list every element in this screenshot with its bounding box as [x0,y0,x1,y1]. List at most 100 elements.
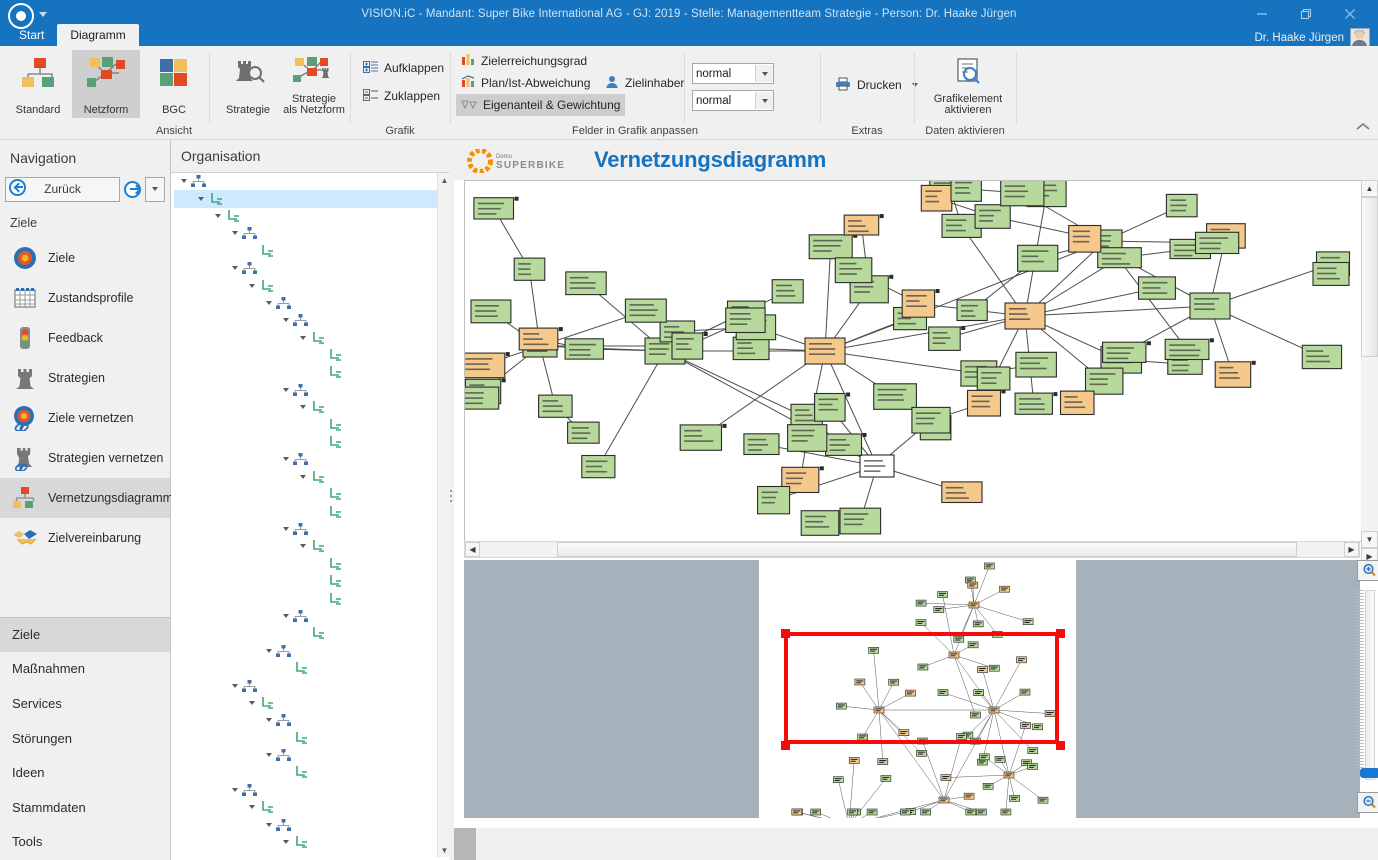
horizontal-scroll-thumb[interactable] [557,542,1297,557]
tree-expander-icon[interactable] [299,402,310,413]
tree-node[interactable] [174,730,439,747]
tree-expander-icon[interactable] [316,489,327,500]
tree-node[interactable] [174,782,439,799]
tree-expander-icon[interactable] [197,194,208,205]
view-strategie-netzform-button[interactable]: Strategie als Netzform [282,50,346,118]
tab-start[interactable]: Start [6,24,57,46]
zoom-out-button[interactable] [1357,792,1378,813]
minimap-handle-br[interactable] [1056,741,1065,750]
tree-node[interactable] [174,660,439,677]
tree-node[interactable] [174,503,439,520]
tree-node[interactable] [174,364,439,381]
hoehe-combobox[interactable] [692,90,774,111]
tree-node[interactable] [174,260,439,277]
perspective-tab-system[interactable] [608,828,630,860]
tree-expander-icon[interactable] [316,420,327,431]
tree-node[interactable] [174,451,439,468]
tree-expander-icon[interactable] [248,281,259,292]
diagram-minimap[interactable] [464,560,1360,818]
sidebar-item-strategien-vernetzen[interactable]: Strategien vernetzen [0,438,170,478]
tree-node[interactable] [174,712,439,729]
module-ideen[interactable]: Ideen [0,756,170,791]
tree-expander-icon[interactable] [265,750,276,761]
tree-expander-icon[interactable] [180,176,191,187]
tree-node[interactable] [174,677,439,694]
view-strategie-button[interactable]: Strategie [214,50,282,118]
breite-combobox[interactable] [692,63,774,84]
perspective-tabbar[interactable] [454,828,1378,860]
tree-node[interactable] [174,625,439,642]
tree-node[interactable] [174,190,439,208]
zoom-slider-thumb[interactable] [1360,768,1378,778]
current-user[interactable]: Dr. Haake Jürgen [1255,28,1370,48]
tree-expander-icon[interactable] [282,315,293,326]
sidebar-item-feedback[interactable]: Feedback [0,318,170,358]
tree-expander-icon[interactable] [282,733,293,744]
organisation-tree[interactable] [174,173,439,857]
scroll-right-button[interactable]: ▶ [1344,542,1359,557]
tree-expander-icon[interactable] [316,594,327,605]
diagram-vertical-scrollbar[interactable]: ▲ ▼ ▶ [1361,180,1378,565]
tree-node[interactable] [174,643,439,660]
minimap-handle-bl[interactable] [781,741,790,750]
navigation-history-dropdown[interactable] [145,176,165,202]
tree-expander-icon[interactable] [316,576,327,587]
sidebar-item-zielvereinbarung[interactable]: Zielvereinbarung [0,518,170,558]
tree-node[interactable] [174,695,439,712]
perspective-tab-process[interactable] [476,828,498,860]
tree-expander-icon[interactable] [299,541,310,552]
tree-expander-icon[interactable] [282,385,293,396]
tree-expander-icon[interactable] [248,698,259,709]
module-stammdaten[interactable]: Stammdaten [0,791,170,826]
tree-node[interactable] [174,277,439,294]
scroll-down-button[interactable]: ▼ [1361,531,1378,548]
zoom-slider-track[interactable] [1365,590,1375,780]
close-button[interactable] [1328,0,1372,28]
tree-expander-icon[interactable] [231,263,242,274]
sidebar-item-zustandsprofile[interactable]: Zustandsprofile [0,278,170,318]
zielerreichungsgrad-button[interactable]: Zielerreichungsgrad [456,50,592,72]
tree-node[interactable] [174,590,439,607]
tab-diagramm[interactable]: Diagramm [57,24,139,46]
diagram-canvas[interactable] [464,180,1362,542]
tree-expander-icon[interactable] [282,663,293,674]
plan-ist-abweichung-button[interactable]: Plan/Ist-Abweichung [456,72,595,94]
tree-expander-icon[interactable] [282,454,293,465]
perspective-tab-target[interactable] [454,828,476,860]
vertical-scroll-thumb[interactable] [1361,197,1378,357]
breite-input[interactable] [693,65,755,82]
sidebar-item-vernetzungsdiagramm[interactable]: Vernetzungsdiagramm [0,478,173,518]
tree-node[interactable] [174,486,439,503]
module-tools[interactable]: Tools [0,825,170,860]
tree-expander-icon[interactable] [248,246,259,257]
hoehe-chevron-down-icon[interactable] [755,92,773,109]
minimize-button[interactable] [1240,0,1284,28]
tree-node[interactable] [174,208,439,225]
view-netzform-button[interactable]: Netzform [72,50,140,118]
ribbon-collapse-icon[interactable] [1356,121,1370,135]
tree-node[interactable] [174,225,439,242]
tree-node[interactable] [174,295,439,312]
zielinhaber-button[interactable]: Zielinhaber [600,72,689,94]
tree-node[interactable] [174,434,439,451]
tree-expander-icon[interactable] [248,802,259,813]
tree-expander-icon[interactable] [299,333,310,344]
tree-expander-icon[interactable] [265,646,276,657]
tree-node[interactable] [174,608,439,625]
tree-expander-icon[interactable] [316,507,327,518]
tree-node[interactable] [174,416,439,433]
grafikelement-aktivieren-button[interactable]: Grafikelement aktivieren [930,50,1006,118]
perspective-tab-indicator[interactable] [586,828,608,860]
tree-expander-icon[interactable] [282,611,293,622]
hoehe-input[interactable] [693,92,755,109]
tree-expander-icon[interactable] [316,559,327,570]
scroll-left-button[interactable]: ◀ [465,542,480,557]
tree-node[interactable] [174,312,439,329]
tree-expander-icon[interactable] [265,715,276,726]
sidebar-item-ziele-vernetzen[interactable]: Ziele vernetzen [0,398,170,438]
tree-expander-icon[interactable] [231,681,242,692]
module-services[interactable]: Services [0,687,170,722]
tree-node[interactable] [174,556,439,573]
view-bgc-button[interactable]: BGC [140,50,208,118]
tree-node[interactable] [174,173,439,190]
